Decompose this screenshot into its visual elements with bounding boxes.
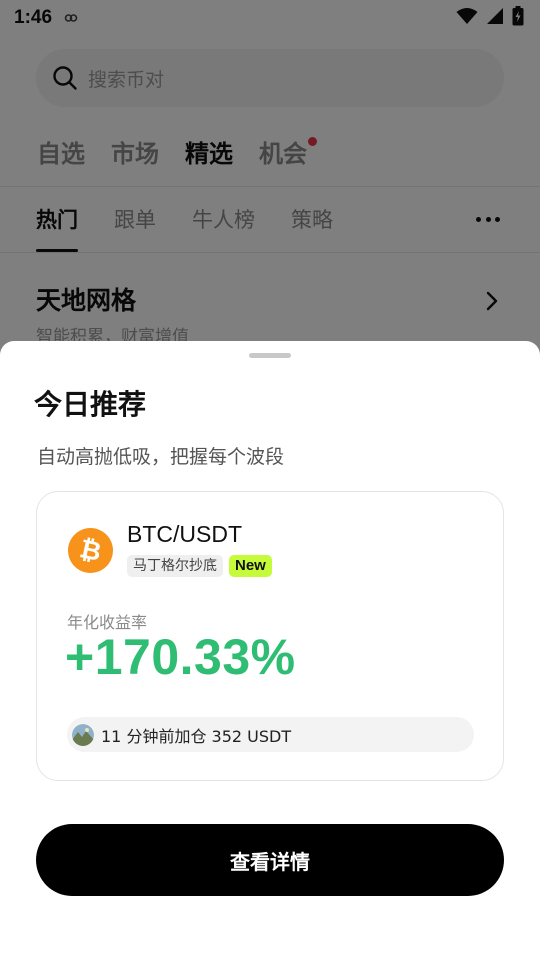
trading-pair: BTC/USDT bbox=[127, 521, 242, 547]
tag-row: 马丁格尔抄底 New bbox=[127, 555, 272, 577]
app-screen: 1:46 搜索币对 自选 市场 精选 机会 bbox=[0, 0, 540, 960]
view-details-button[interactable]: 查看详情 bbox=[36, 824, 504, 896]
strategy-card[interactable]: ₿ BTC/USDT 马丁格尔抄底 New 年化收益率 +170.33% 11 … bbox=[36, 491, 504, 781]
recommendation-sheet: 今日推荐 自动高抛低吸，把握每个波段 ₿ BTC/USDT 马丁格尔抄底 New… bbox=[0, 341, 540, 960]
activity-ticker: 11 分钟前加仓 352 USDT bbox=[67, 717, 474, 752]
strategy-tag: 马丁格尔抄底 bbox=[127, 555, 223, 577]
sheet-title: 今日推荐 bbox=[34, 388, 147, 421]
sheet-drag-handle[interactable] bbox=[249, 353, 291, 358]
avatar bbox=[72, 723, 94, 746]
bitcoin-icon: ₿ bbox=[68, 528, 113, 573]
annual-yield-value: +170.33% bbox=[65, 629, 296, 685]
new-badge: New bbox=[229, 555, 272, 577]
sheet-subtitle: 自动高抛低吸，把握每个波段 bbox=[37, 446, 285, 468]
activity-text: 11 分钟前加仓 352 USDT bbox=[101, 726, 292, 746]
